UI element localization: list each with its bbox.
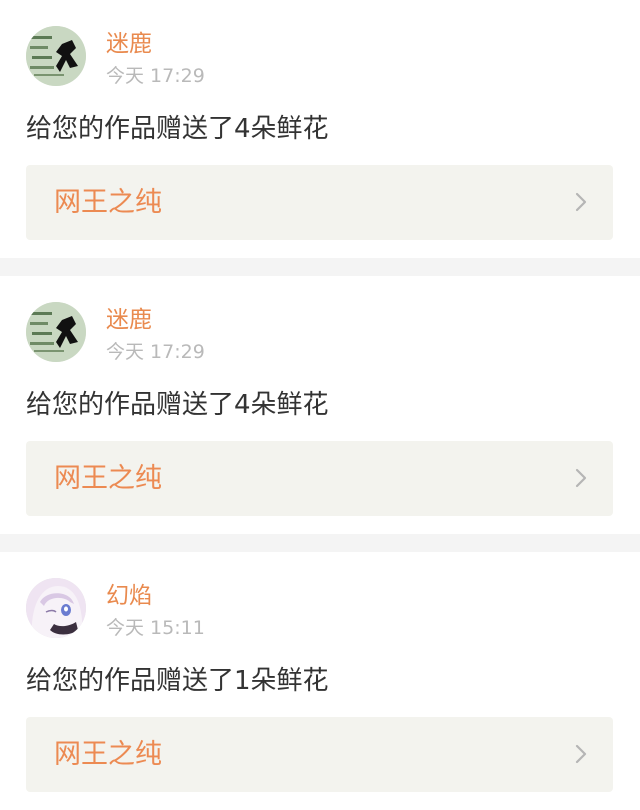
work-title: 网王之纯 xyxy=(54,739,162,770)
green-stamp-avatar-icon xyxy=(26,26,86,86)
notification-message: 给您的作品赠送了4朵鲜花 xyxy=(26,114,329,144)
notification-message: 给您的作品赠送了4朵鲜花 xyxy=(26,390,329,420)
user-avatar[interactable] xyxy=(26,578,86,638)
work-link-button[interactable]: 网王之纯 xyxy=(26,441,613,516)
chevron-right-icon xyxy=(575,468,587,488)
notification-card: 迷鹿 今天 17:29 给您的作品赠送了4朵鲜花 网王之纯 xyxy=(0,0,640,258)
username[interactable]: 迷鹿 xyxy=(106,30,152,58)
notification-card: 幻焰 今天 15:11 给您的作品赠送了1朵鲜花 网王之纯 xyxy=(0,552,640,810)
notification-feed: 迷鹿 今天 17:29 给您的作品赠送了4朵鲜花 网王之纯 迷鹿 今天 17:2… xyxy=(0,0,640,810)
anime-girl-avatar-icon xyxy=(26,578,86,638)
notification-message: 给您的作品赠送了1朵鲜花 xyxy=(26,666,329,696)
user-avatar[interactable] xyxy=(26,26,86,86)
username[interactable]: 迷鹿 xyxy=(106,306,152,334)
username[interactable]: 幻焰 xyxy=(106,582,152,610)
user-avatar[interactable] xyxy=(26,302,86,362)
notification-card: 迷鹿 今天 17:29 给您的作品赠送了4朵鲜花 网王之纯 xyxy=(0,276,640,534)
work-title: 网王之纯 xyxy=(54,187,162,218)
work-link-button[interactable]: 网王之纯 xyxy=(26,165,613,240)
chevron-right-icon xyxy=(575,192,587,212)
timestamp: 今天 17:29 xyxy=(106,341,205,363)
green-stamp-avatar-icon xyxy=(26,302,86,362)
timestamp: 今天 15:11 xyxy=(106,617,205,639)
timestamp: 今天 17:29 xyxy=(106,65,205,87)
chevron-right-icon xyxy=(575,744,587,764)
work-link-button[interactable]: 网王之纯 xyxy=(26,717,613,792)
work-title: 网王之纯 xyxy=(54,463,162,494)
